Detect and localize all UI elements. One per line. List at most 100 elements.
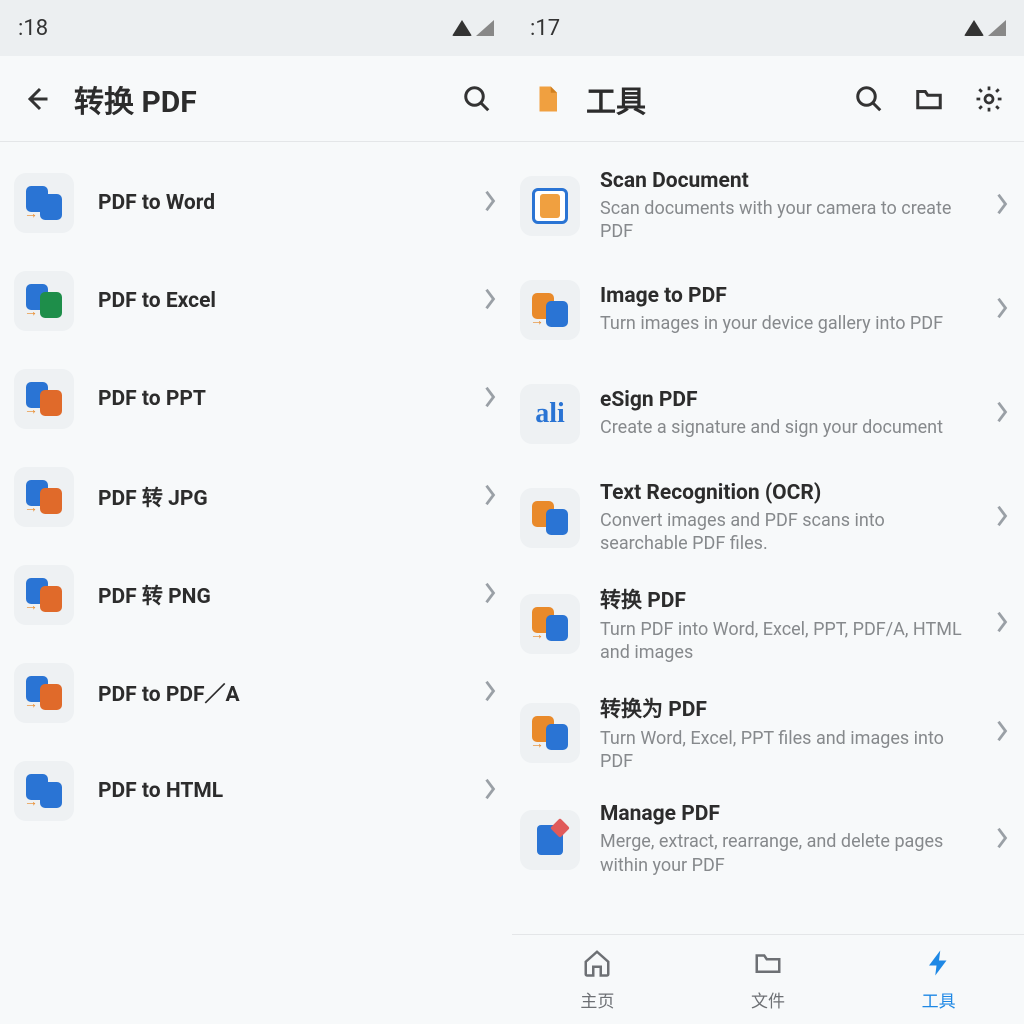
folder-button[interactable] — [908, 78, 950, 120]
tool-item[interactable]: → 转换 PDF Turn PDF into Word, Excel, PPT, P… — [512, 570, 1024, 679]
item-desc: Turn images in your device gallery into … — [600, 312, 974, 335]
item-icon: → — [14, 663, 74, 723]
signal-icon — [476, 20, 494, 36]
chevron-right-icon — [994, 608, 1010, 640]
status-bar: :18 — [0, 0, 512, 56]
left-pane: :18 转换 PDF →PDF to Word→PDF to Excel→PDF… — [0, 0, 512, 1024]
item-icon — [520, 810, 580, 870]
convert-item[interactable]: → PDF to Word — [0, 154, 512, 252]
search-button[interactable] — [848, 78, 890, 120]
home-icon — [582, 948, 612, 983]
chevron-right-icon — [994, 398, 1010, 430]
convert-item[interactable]: → PDF 转 JPG — [0, 448, 512, 546]
item-desc: Turn Word, Excel, PPT files and images i… — [600, 727, 974, 774]
chevron-right-icon — [994, 190, 1010, 222]
item-text: eSign PDFCreate a signature and sign you… — [600, 388, 974, 439]
chevron-right-icon — [482, 187, 498, 219]
tool-item[interactable]: Text Recognition (OCR) Convert images and… — [512, 466, 1024, 570]
item-label: PDF to PPT — [98, 387, 458, 411]
convert-item[interactable]: → PDF 转 PNG — [0, 546, 512, 644]
item-icon — [520, 488, 580, 548]
wifi-icon — [964, 20, 984, 36]
item-icon: → — [14, 467, 74, 527]
tab-folder[interactable]: 文件 — [683, 935, 854, 1024]
chevron-right-icon — [482, 579, 498, 611]
tool-item[interactable]: Manage PDF Merge, extract, rearrange, and… — [512, 788, 1024, 892]
tab-label: 工具 — [922, 987, 956, 1012]
arrow-left-icon — [20, 84, 50, 114]
convert-item[interactable]: →PDF to Excel — [0, 252, 512, 350]
item-title: Scan Document — [600, 169, 974, 193]
item-icon: → — [14, 173, 74, 233]
convert-item[interactable]: → PDF to HTML — [0, 742, 512, 840]
item-title: Text Recognition (OCR) — [600, 481, 974, 505]
item-label: PDF to HTML — [98, 779, 458, 803]
app-logo-icon — [526, 78, 568, 120]
chevron-right-icon — [482, 775, 498, 807]
item-icon: → — [14, 761, 74, 821]
item-title: Image to PDF — [600, 284, 974, 308]
app-bar: 工具 — [512, 56, 1024, 142]
convert-item[interactable]: → PDF to PDF／A — [0, 644, 512, 742]
status-time: :18 — [18, 16, 452, 41]
item-text: Scan Document Scan documents with your ca… — [600, 169, 974, 244]
status-time: :17 — [530, 16, 964, 41]
right-pane: :17 工具 Scan Document Scan documents with … — [512, 0, 1024, 1024]
tool-item[interactable]: → Image to PDF Turn images in your device … — [512, 258, 1024, 362]
item-text: Text Recognition (OCR) Convert images and… — [600, 481, 974, 556]
chevron-right-icon — [994, 294, 1010, 326]
item-text: Image to PDF Turn images in your device g… — [600, 284, 974, 335]
page-title: 转换 PDF — [74, 77, 438, 121]
app-bar: 转换 PDF — [0, 56, 512, 142]
item-label: PDF to Excel — [98, 289, 458, 313]
wifi-icon — [452, 20, 472, 36]
item-label: PDF 转 PNG — [98, 580, 458, 610]
signal-icon — [988, 20, 1006, 36]
convert-list: →PDF to Word→PDF to Excel→PDF to PPT→PDF… — [0, 142, 512, 1024]
chevron-right-icon — [994, 717, 1010, 749]
item-label: PDF to Word — [98, 191, 458, 215]
item-icon: → — [520, 594, 580, 654]
gear-icon — [974, 84, 1004, 114]
item-icon — [520, 176, 580, 236]
page-title: 工具 — [586, 77, 830, 121]
item-text: Manage PDF Merge, extract, rearrange, and… — [600, 802, 974, 877]
convert-item[interactable]: → PDF to PPT — [0, 350, 512, 448]
tool-item[interactable]: alieSign PDFCreate a signature and sign … — [512, 362, 1024, 466]
item-desc: Turn PDF into Word, Excel, PPT, PDF/A, H… — [600, 618, 974, 665]
item-title: Manage PDF — [600, 802, 974, 826]
item-icon: → — [14, 369, 74, 429]
tools-list: Scan Document Scan documents with your ca… — [512, 142, 1024, 934]
item-desc: Convert images and PDF scans into search… — [600, 509, 974, 556]
item-label: PDF to PDF／A — [98, 678, 458, 708]
tool-item[interactable]: Scan Document Scan documents with your ca… — [512, 154, 1024, 258]
search-button[interactable] — [456, 78, 498, 120]
chevron-right-icon — [482, 383, 498, 415]
tool-item[interactable]: → 转换为 PDF Turn Word, Excel, PPT files and … — [512, 679, 1024, 788]
item-title: 转换为 PDF — [600, 693, 974, 723]
status-bar: :17 — [512, 0, 1024, 56]
folder-icon — [753, 948, 783, 983]
bottom-nav: 主页 文件工具 — [512, 934, 1024, 1024]
item-text: 转换 PDF Turn PDF into Word, Excel, PPT, PD… — [600, 584, 974, 665]
item-title: 转换 PDF — [600, 584, 974, 614]
status-icons — [452, 20, 494, 36]
back-button[interactable] — [14, 78, 56, 120]
tab-bolt[interactable]: 工具 — [853, 935, 1024, 1024]
item-desc: Scan documents with your camera to creat… — [600, 197, 974, 244]
item-title: eSign PDF — [600, 388, 974, 412]
item-label: PDF 转 JPG — [98, 482, 458, 512]
item-desc: Merge, extract, rearrange, and delete pa… — [600, 830, 974, 877]
status-icons — [964, 20, 1006, 36]
chevron-right-icon — [482, 677, 498, 709]
item-text: 转换为 PDF Turn Word, Excel, PPT files and i… — [600, 693, 974, 774]
tab-home[interactable]: 主页 — [512, 935, 683, 1024]
item-icon: → — [520, 703, 580, 763]
bolt-icon — [924, 948, 954, 983]
settings-button[interactable] — [968, 78, 1010, 120]
item-icon: → — [520, 280, 580, 340]
chevron-right-icon — [482, 481, 498, 513]
tab-label: 主页 — [580, 987, 614, 1012]
search-icon — [854, 84, 884, 114]
item-icon: → — [14, 565, 74, 625]
